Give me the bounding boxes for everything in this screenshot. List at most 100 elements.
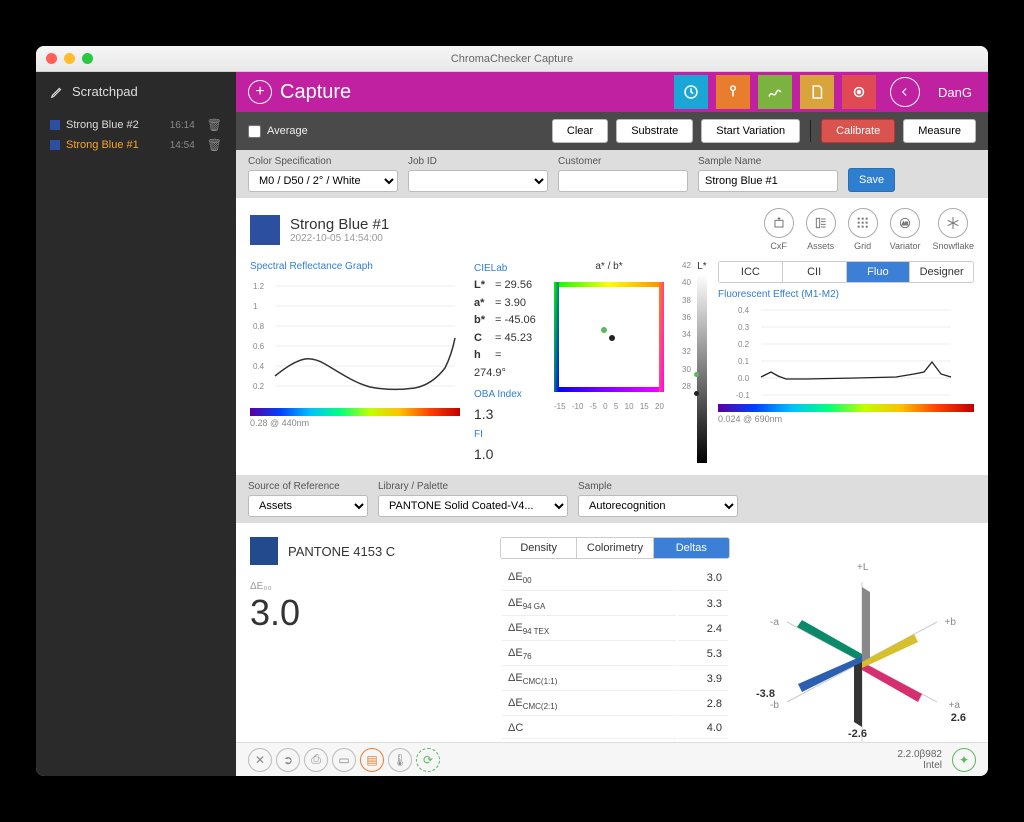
lstar-bar: 4240383634323028 L* [682, 261, 704, 465]
lab-values: CIELab L* = 29.56 a* = 3.90 b* = -45.06 … [474, 261, 536, 465]
tab-fluo[interactable]: Fluo [847, 262, 911, 282]
svg-text:0.4: 0.4 [253, 362, 265, 371]
trash-icon[interactable]: 🗑 [207, 138, 222, 152]
swatch-icon [50, 140, 60, 150]
sidebar-header: Scratchpad [36, 72, 236, 111]
dryer-icon[interactable]: ➲ [276, 748, 300, 772]
delta-row: ΔE765.3 [502, 643, 728, 666]
ref-src-select[interactable]: Assets [248, 495, 368, 517]
jobid-label: Job ID [408, 156, 548, 167]
svg-text:0.1: 0.1 [738, 357, 750, 366]
average-checkbox[interactable]: Average [248, 125, 308, 138]
app-window: ChromaChecker Capture Scratchpad Strong … [36, 46, 988, 776]
sync-icon[interactable]: ⟳ [416, 748, 440, 772]
sb-plus-a: +a [949, 700, 960, 711]
ref-lib-label: Library / Palette [378, 481, 568, 492]
spectral-graph: 1.210.80.60.40.2 [250, 276, 460, 406]
average-input[interactable] [248, 125, 261, 138]
save-button[interactable]: Save [848, 168, 895, 192]
back-button[interactable] [890, 77, 920, 107]
right-panel: ICC CII Fluo Designer Fluorescent Effect… [718, 261, 974, 465]
svg-text:0.0: 0.0 [738, 374, 750, 383]
color-spec-label: Color Specification [248, 156, 398, 167]
tab-colorimetry[interactable]: Colorimetry [577, 538, 653, 558]
spectrum-bar [250, 408, 460, 416]
calibrate-button[interactable]: Calibrate [821, 119, 895, 143]
delta-row: ΔECMC(2:1)2.8 [502, 693, 728, 716]
header-icons: CxF Assets Grid ΔEVariator Snowflake [764, 208, 974, 251]
close-icon[interactable] [46, 53, 57, 64]
match-summary: PANTONE 4153 C ΔE₀₀ 3.0 [250, 537, 480, 742]
appbar-icon-target[interactable] [842, 75, 876, 109]
svg-text:0.6: 0.6 [253, 342, 265, 351]
sidebar-item[interactable]: Strong Blue #1 14:54 🗑 [44, 135, 228, 155]
color-spec-select[interactable]: M0 / D50 / 2° / White [248, 170, 398, 192]
add-button[interactable]: + [248, 80, 272, 104]
report-icon[interactable]: ▤ [360, 748, 384, 772]
spectral-title: Spectral Reflectance Graph [250, 261, 460, 272]
customer-input[interactable] [558, 170, 688, 192]
ref-sample-select[interactable]: Autorecognition [578, 495, 738, 517]
sample-swatch [250, 215, 280, 245]
customer-label: Customer [558, 156, 688, 167]
appbar-icon-doc[interactable] [800, 75, 834, 109]
analysis-tabs: ICC CII Fluo Designer [718, 261, 974, 283]
appbar-icon-instrument[interactable] [716, 75, 750, 109]
svg-text:0.2: 0.2 [253, 382, 265, 391]
spec-form: Color Specification M0 / D50 / 2° / Whit… [236, 150, 988, 198]
sample-name-label: Sample Name [698, 156, 838, 167]
average-label: Average [267, 125, 308, 137]
de-label: ΔE₀₀ [250, 581, 480, 592]
tab-icc[interactable]: ICC [719, 262, 783, 282]
minimize-icon[interactable] [64, 53, 75, 64]
tab-density[interactable]: Density [501, 538, 577, 558]
svg-text:1: 1 [253, 302, 258, 311]
zoom-icon[interactable] [82, 53, 93, 64]
jobid-select[interactable] [408, 170, 548, 192]
substrate-button[interactable]: Substrate [616, 119, 693, 143]
sample-name-input[interactable] [698, 170, 838, 192]
variator-button[interactable]: ΔEVariator [890, 208, 921, 251]
trash-icon[interactable]: 🗑 [207, 118, 222, 132]
cielab-panel: CIELab L* = 29.56 a* = 3.90 b* = -45.06 … [474, 261, 704, 465]
svg-text:0.8: 0.8 [253, 322, 265, 331]
status-icon[interactable]: ✦ [952, 748, 976, 772]
delta-row: ΔE94 GA3.3 [502, 593, 728, 616]
tools-icon[interactable]: ✕ [248, 748, 272, 772]
version-label: 2.2.0β982 Intel [897, 749, 942, 771]
svg-text:0.4: 0.4 [738, 306, 750, 315]
ref-lib-select[interactable]: PANTONE Solid Coated-V4... [378, 495, 568, 517]
clear-button[interactable]: Clear [552, 119, 608, 143]
de-value: 3.0 [250, 592, 480, 634]
assets-button[interactable]: Assets [806, 208, 836, 251]
user-name[interactable]: DanG [938, 85, 972, 100]
start-variation-button[interactable]: Start Variation [701, 119, 800, 143]
thermometer-icon[interactable]: 🌡 [388, 748, 412, 772]
screen-icon[interactable]: ▭ [332, 748, 356, 772]
print-icon[interactable]: ⎙ [304, 748, 328, 772]
appbar-icon-metrics[interactable] [674, 75, 708, 109]
sidebar-item[interactable]: Strong Blue #2 16:14 🗑 [44, 115, 228, 135]
delta-row: ΔE003.0 [502, 567, 728, 590]
window-controls [46, 53, 93, 64]
tab-cii[interactable]: CII [783, 262, 847, 282]
snowflake-button[interactable]: Snowflake [932, 208, 974, 251]
measure-button[interactable]: Measure [903, 119, 976, 143]
tab-designer[interactable]: Designer [910, 262, 973, 282]
svg-text:0.3: 0.3 [738, 323, 750, 332]
grid-button[interactable]: Grid [848, 208, 878, 251]
sb-val-minus-a: -3.8 [756, 688, 775, 700]
starburst-panel: +L -L -a +a +b -b -3.8 2.6 -2.6 [750, 537, 974, 742]
delta-row: ΔECMC(1:1)3.9 [502, 668, 728, 691]
sample-title: Strong Blue #1 [290, 216, 389, 233]
svg-text:ΔE: ΔE [902, 221, 908, 226]
tab-deltas[interactable]: Deltas [654, 538, 729, 558]
sb-plus-b: +b [945, 617, 956, 628]
fluo-spectrum-bar [718, 404, 974, 412]
sidebar-items: Strong Blue #2 16:14 🗑 Strong Blue #1 14… [36, 111, 236, 159]
appbar-icon-curve[interactable] [758, 75, 792, 109]
sidebar-item-time: 14:54 [170, 140, 195, 151]
cxf-button[interactable]: CxF [764, 208, 794, 251]
main: + Capture DanG Average Clear Substrate [236, 72, 988, 776]
ab-plot-title: a* / b* [544, 261, 674, 272]
